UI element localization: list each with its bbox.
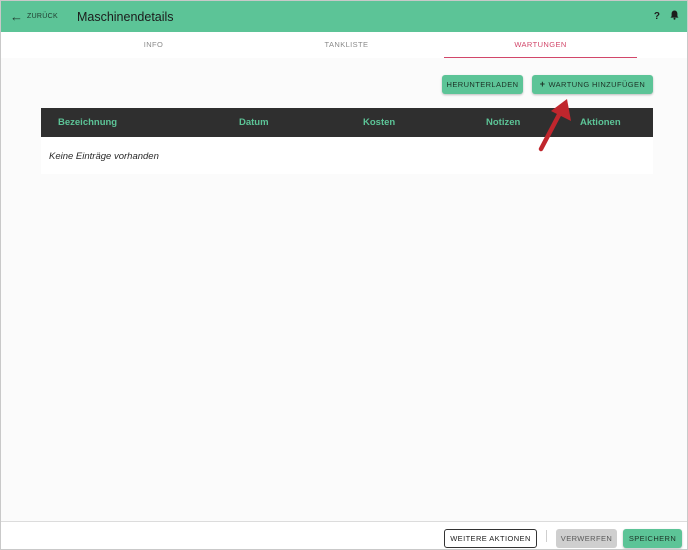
footer-divider [546, 530, 547, 542]
more-actions-button[interactable]: WEITERE AKTIONEN [444, 529, 537, 548]
page-title: Maschinendetails [76, 9, 174, 24]
tab-wartungen[interactable]: WARTUNGEN [444, 32, 637, 58]
tab-info[interactable]: INFO [51, 32, 256, 58]
app-window: ← ZURÜCK Maschinendetails ? INFO TANKLIS… [0, 0, 688, 550]
tab-tankliste[interactable]: TANKLISTE [244, 32, 449, 58]
add-maintenance-label: WARTUNG HINZUFÜGEN [548, 80, 646, 89]
arrow-left-icon: ← [10, 9, 23, 24]
top-icons: ? [654, 10, 679, 23]
column-header-aktionen: Aktionen [580, 117, 621, 128]
save-button[interactable]: SPEICHERN [623, 529, 682, 548]
column-header-notizen[interactable]: Notizen [486, 108, 520, 137]
back-label: ZURÜCK [27, 13, 58, 20]
bell-icon[interactable] [670, 10, 679, 23]
add-maintenance-button[interactable]: + WARTUNG HINZUFÜGEN [532, 75, 653, 94]
plus-icon: + [539, 79, 546, 89]
download-button[interactable]: HERUNTERLADEN [442, 75, 523, 94]
column-header-bezeichnung[interactable]: Bezeichnung [58, 108, 117, 137]
column-header-datum[interactable]: Datum [239, 108, 269, 137]
help-icon[interactable]: ? [654, 11, 660, 22]
empty-state-message: Keine Einträge vorhanden [49, 151, 159, 162]
footer-bar: WEITERE AKTIONEN VERWERFEN SPEICHERN [1, 521, 687, 549]
back-button[interactable]: ← ZURÜCK [10, 10, 58, 23]
tab-bar: INFO TANKLISTE WARTUNGEN [1, 32, 687, 58]
column-header-kosten[interactable]: Kosten [363, 108, 395, 137]
top-bar: ← ZURÜCK Maschinendetails ? [1, 1, 687, 32]
annotation-arrow-icon [538, 99, 571, 152]
discard-button[interactable]: VERWERFEN [556, 529, 617, 548]
